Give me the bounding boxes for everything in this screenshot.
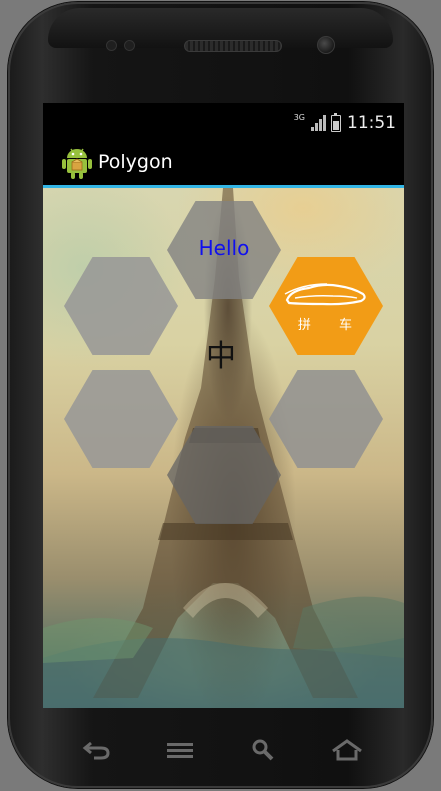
- network-type-label: 3G: [293, 112, 305, 122]
- battery-icon: [331, 112, 341, 132]
- front-camera: [317, 36, 335, 54]
- screen: 3G 11:51 Polygon Hello 拼 车 中: [43, 103, 404, 708]
- home-button[interactable]: [327, 730, 367, 770]
- car-icon: [284, 282, 366, 305]
- earpiece-speaker: [184, 40, 282, 52]
- back-button[interactable]: [76, 730, 116, 770]
- center-label: 中: [206, 339, 236, 374]
- search-button[interactable]: [243, 730, 283, 770]
- menu-icon: [167, 743, 193, 758]
- light-sensor: [124, 40, 135, 51]
- action-bar: Polygon: [43, 141, 404, 188]
- hardware-nav-buttons: [0, 730, 441, 770]
- carpool-label: 拼 车: [297, 317, 365, 333]
- signal-icon: [311, 115, 326, 131]
- back-arrow-icon: [82, 741, 110, 760]
- clock: 11:51: [347, 113, 396, 133]
- menu-button[interactable]: [160, 730, 200, 770]
- home-icon: [332, 739, 362, 761]
- polygon-content: Hello 拼 车 中: [43, 188, 404, 708]
- status-icons: 3G 11:51: [293, 112, 396, 133]
- status-bar: 3G 11:51: [43, 103, 404, 141]
- app-title: Polygon: [98, 151, 173, 173]
- proximity-sensor: [106, 40, 117, 51]
- search-icon: [252, 739, 274, 761]
- hello-label: Hello: [198, 236, 250, 260]
- android-robot-icon[interactable]: [60, 146, 94, 180]
